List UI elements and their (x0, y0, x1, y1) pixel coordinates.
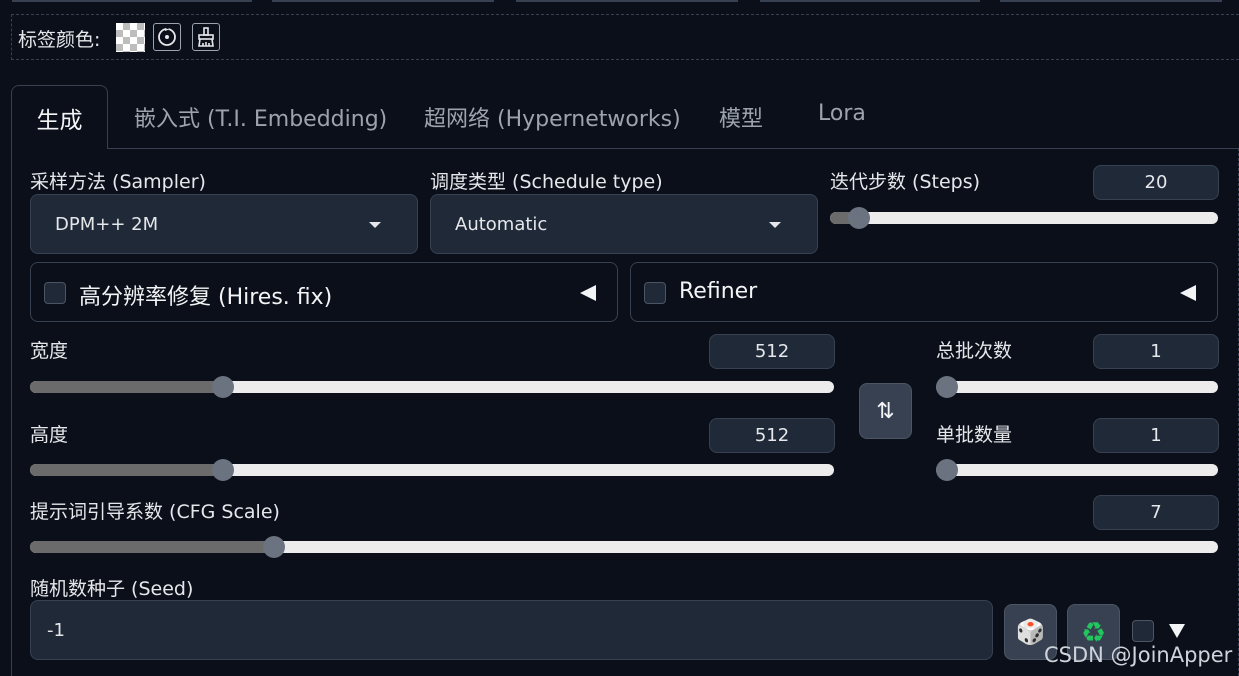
top-cropped-element (760, 0, 980, 2)
schedule-type-dropdown[interactable]: Automatic (430, 194, 818, 254)
transparent-swatch-icon[interactable] (116, 23, 145, 52)
batch-count-input[interactable]: 1 (1093, 334, 1219, 369)
sampler-value: DPM++ 2M (55, 213, 159, 235)
collapse-arrow-icon[interactable] (580, 285, 596, 301)
batch-size-input[interactable]: 1 (1093, 418, 1219, 453)
reset-icon[interactable] (153, 23, 181, 51)
top-cropped-element (272, 0, 494, 2)
label-color-label: 标签颜色: (18, 29, 101, 51)
slider-fill (30, 541, 275, 553)
slider-thumb[interactable] (936, 459, 958, 481)
paint-brush-icon[interactable] (192, 23, 220, 51)
slider-fill (30, 381, 224, 393)
height-slider[interactable] (30, 459, 834, 481)
swap-dimensions-button[interactable]: ⇅ (859, 383, 912, 439)
steps-label: 迭代步数 (Steps) (830, 171, 981, 193)
refiner-accordion[interactable]: Refiner (630, 262, 1218, 322)
top-cropped-element (1000, 0, 1222, 2)
width-slider[interactable] (30, 376, 834, 398)
slider-track (936, 464, 1218, 476)
height-label: 高度 (30, 424, 69, 446)
width-input[interactable]: 512 (709, 334, 835, 369)
cfg-scale-slider[interactable] (30, 536, 1218, 558)
seed-input[interactable]: -1 (30, 600, 993, 660)
slider-thumb[interactable] (263, 536, 286, 558)
top-cropped-element (12, 0, 252, 2)
slider-thumb[interactable] (848, 207, 871, 229)
batch-size-label: 单批数量 (936, 424, 1013, 446)
seed-label: 随机数种子 (Seed) (30, 578, 194, 600)
extra-seed-checkbox[interactable] (1132, 620, 1154, 642)
height-input[interactable]: 512 (709, 418, 835, 453)
tab-checkpoints[interactable]: 模型 (719, 101, 763, 133)
slider-thumb[interactable] (936, 376, 958, 398)
slider-track (30, 381, 834, 393)
width-label: 宽度 (30, 340, 69, 362)
watermark: CSDN @JoinApper (1044, 643, 1233, 667)
hires-fix-checkbox[interactable] (44, 282, 66, 304)
refiner-label: Refiner (679, 279, 758, 304)
dice-icon: 🎲 (1015, 618, 1046, 646)
sampler-label: 采样方法 (Sampler) (30, 171, 206, 193)
batch-count-slider[interactable] (936, 376, 1218, 398)
tab-hypernetworks[interactable]: 超网络 (Hypernetworks) (424, 101, 681, 133)
hires-fix-label: 高分辨率修复 (Hires. fix) (79, 285, 333, 310)
slider-track (30, 464, 834, 476)
batch-count-label: 总批次数 (936, 340, 1013, 362)
schedule-type-value: Automatic (455, 213, 548, 235)
chevron-down-icon (769, 222, 781, 228)
sampler-dropdown[interactable]: DPM++ 2M (30, 194, 418, 254)
seed-value: -1 (47, 619, 65, 641)
swap-arrows-icon: ⇅ (876, 398, 895, 424)
tab-lora[interactable]: Lora (818, 101, 866, 126)
expand-arrow-icon[interactable] (1169, 624, 1185, 638)
slider-track (936, 381, 1218, 393)
tab-embedding[interactable]: 嵌入式 (T.I. Embedding) (134, 101, 387, 133)
steps-input[interactable]: 20 (1093, 165, 1219, 200)
top-cropped-element (516, 0, 738, 2)
tab-generate[interactable]: 生成 (11, 85, 108, 149)
batch-size-slider[interactable] (936, 459, 1218, 481)
cfg-scale-label: 提示词引导系数 (CFG Scale) (30, 501, 280, 523)
collapse-arrow-icon[interactable] (1180, 285, 1196, 301)
chevron-down-icon (369, 222, 381, 228)
slider-track (830, 212, 1218, 224)
hires-fix-accordion[interactable]: 高分辨率修复 (Hires. fix) (30, 262, 618, 322)
steps-slider[interactable] (830, 207, 1218, 229)
cfg-scale-input[interactable]: 7 (1093, 495, 1219, 530)
slider-thumb[interactable] (212, 376, 235, 398)
slider-fill (30, 464, 224, 476)
refiner-checkbox[interactable] (644, 282, 666, 304)
slider-thumb[interactable] (212, 459, 235, 481)
slider-track (30, 541, 1218, 553)
schedule-type-label: 调度类型 (Schedule type) (430, 171, 663, 193)
